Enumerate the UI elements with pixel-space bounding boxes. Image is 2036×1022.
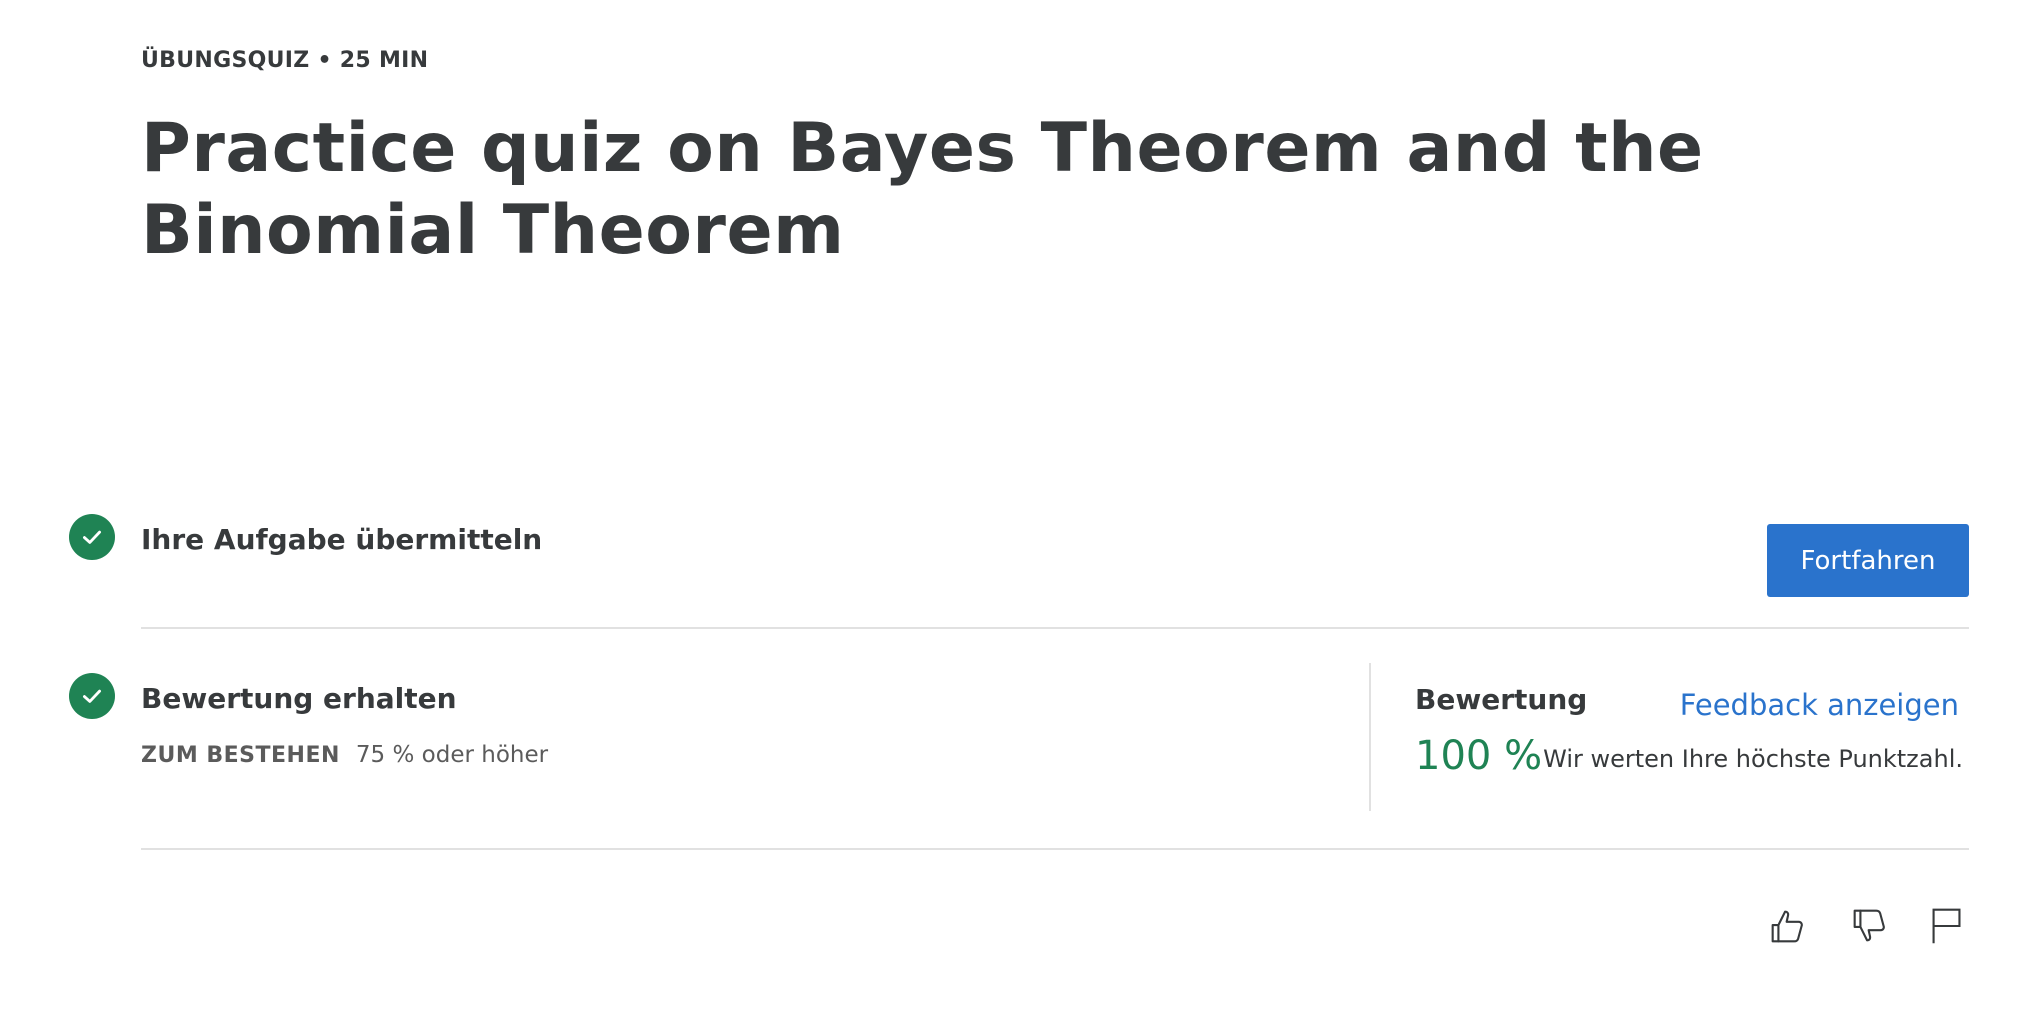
divider [141, 848, 1969, 850]
report-flag-button[interactable] [1921, 900, 1973, 952]
page-title: Practice quiz on Bayes Theorem and the B… [141, 109, 1704, 270]
quiz-page: ÜBUNGSQUIZ • 25 MIN Practice quiz on Bay… [0, 0, 2036, 1022]
thumbs-up-icon [1771, 910, 1803, 943]
thumbs-down-button[interactable] [1844, 900, 1896, 952]
grade-score: 100 % [1415, 733, 1543, 779]
pass-requirement: ZUM BESTEHEN 75 % oder höher [141, 742, 548, 768]
view-feedback-link[interactable]: Feedback anzeigen [1680, 688, 1959, 722]
pass-label: ZUM BESTEHEN [141, 743, 340, 768]
flag-icon [1932, 908, 1961, 944]
divider [141, 627, 1969, 629]
check-circle-icon [69, 673, 115, 719]
pass-value: 75 % oder höher [355, 742, 549, 768]
thumbs-down-icon [1853, 909, 1885, 942]
grade-note: Wir werten Ihre höchste Punktzahl. [1543, 745, 1963, 773]
continue-button[interactable]: Fortfahren [1767, 524, 1969, 597]
grade-heading: Bewertung [1415, 683, 1588, 716]
thumbs-up-button[interactable] [1762, 900, 1814, 952]
vertical-divider [1369, 663, 1371, 811]
step-submit-title: Ihre Aufgabe übermitteln [141, 523, 543, 556]
check-circle-icon [69, 514, 115, 560]
step-grade-title: Bewertung erhalten [141, 682, 457, 715]
quiz-eyebrow: ÜBUNGSQUIZ • 25 MIN [141, 48, 429, 73]
